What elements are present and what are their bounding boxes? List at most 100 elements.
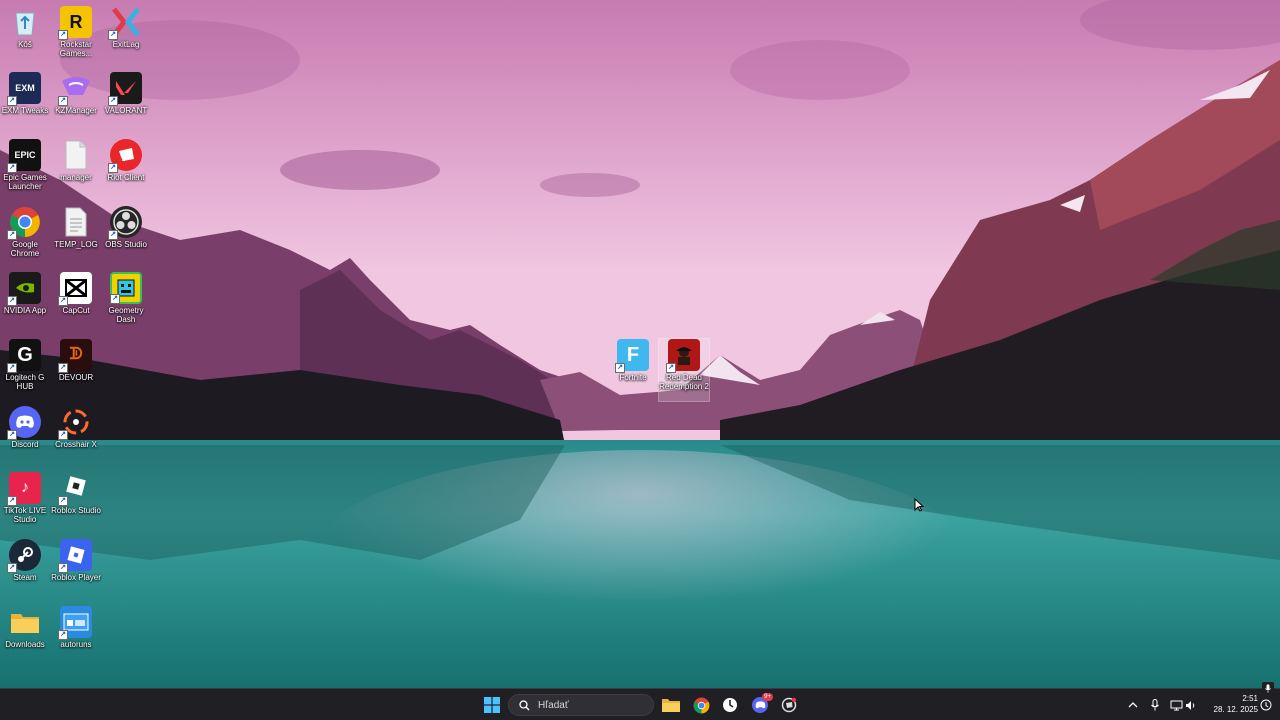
taskbar-discord[interactable]: 9+ <box>748 693 773 716</box>
desktop-icon-rockstar-games[interactable]: R ↗ Rockstar Games... <box>51 6 101 58</box>
search-placeholder: Hľadať <box>538 699 569 711</box>
notification-badge: 9+ <box>762 693 773 701</box>
desktop-icon-label: manager <box>60 173 92 182</box>
desktop-icon-obs-studio[interactable]: ↗ OBS Studio <box>101 206 151 249</box>
desktop-icon-label: DEVOUR <box>58 373 94 382</box>
chrome-icon: ↗ <box>7 206 41 240</box>
microphone-icon <box>1265 683 1271 693</box>
desktop-icon-label: autoruns <box>60 640 92 649</box>
riot-client-icon: ↗ <box>108 139 142 173</box>
desktop-icon-label: TikTok LIVE Studio <box>3 506 47 524</box>
exitlag-icon: ↗ <box>108 6 142 40</box>
desktop-icon-label: Logitech G HUB <box>5 373 45 391</box>
desktop-icon-nvidia-app[interactable]: ↗ NVIDIA App <box>0 272 50 315</box>
riot-client-icon <box>781 697 797 713</box>
desktop-icon-crosshair-x[interactable]: ↗ Crosshair X <box>51 406 101 449</box>
chrome-icon <box>693 697 709 713</box>
devour-icon: ᗫ ↗ <box>58 339 92 373</box>
exm-tweaks-icon: EXM ↗ <box>7 72 41 106</box>
desktop-icon-label: KZManager <box>55 106 97 115</box>
desktop-icon-label: Roblox Player <box>51 573 101 582</box>
taskbar-chrome[interactable] <box>689 694 713 716</box>
desktop-icon-exitlag[interactable]: ↗ ExitLag <box>101 6 151 49</box>
desktop-icon-roblox-studio[interactable]: ↗ Roblox Studio <box>51 472 101 515</box>
valorant-icon: ↗ <box>108 72 142 106</box>
desktop-icon-temp-log[interactable]: TEMP_LOG <box>51 206 101 249</box>
steam-icon: ↗ <box>7 539 41 573</box>
taskbar-search-box[interactable]: Hľadať <box>508 694 654 716</box>
desktop-icon-label: CapCut <box>62 306 90 315</box>
desktop-icon-devour[interactable]: ᗫ ↗ DEVOUR <box>51 339 101 382</box>
desktop-icon-geometry-dash[interactable]: ↗ Geometry Dash <box>101 272 151 324</box>
tiktok-icon: ♪ ↗ <box>7 472 41 506</box>
desktop-icon-label: Fortnite <box>619 373 647 382</box>
chevron-up-icon <box>1128 702 1138 708</box>
desktop-icon-label: Red Dead Redemption 2 <box>659 373 709 391</box>
text-file-icon <box>60 206 92 238</box>
show-hidden-icons-button[interactable] <box>1121 694 1145 716</box>
desktop-icon-label: Epic Games Launcher <box>3 173 47 191</box>
autoruns-icon: ↗ <box>58 606 92 640</box>
desktop-icon-label: Crosshair X <box>55 440 97 449</box>
epic-games-icon: EPIC ↗ <box>7 139 41 173</box>
desktop-icon-fortnite[interactable]: F ↗ Fortnite <box>608 339 658 382</box>
taskbar-clock[interactable]: 2:51 28. 12. 2025 <box>1200 693 1258 715</box>
desktop-icon-label: EXM Tweaks <box>1 106 49 115</box>
crosshair-icon: ↗ <box>58 406 92 440</box>
folder-icon <box>9 606 41 638</box>
notification-center-button[interactable] <box>1256 694 1276 716</box>
desktop-icon-downloads[interactable]: Downloads <box>0 606 50 649</box>
windows-logo-icon <box>484 697 500 713</box>
roblox-player-icon: ↗ <box>58 539 92 573</box>
desktop-icon-label: Rockstar Games... <box>59 40 93 58</box>
desktop-icon-tiktok-live-studio[interactable]: ♪ ↗ TikTok LIVE Studio <box>0 472 50 524</box>
fortnite-icon: F ↗ <box>615 339 649 373</box>
desktop-icon-red-dead-redemption-2[interactable]: ↗ Red Dead Redemption 2 <box>658 338 710 402</box>
taskbar-file-explorer[interactable] <box>659 694 683 716</box>
desktop-icon-label: OBS Studio <box>105 240 147 249</box>
recycle-bin-icon <box>9 6 41 38</box>
taskbar-riot-client[interactable] <box>777 694 801 716</box>
desktop-icon-label: NVIDIA App <box>3 306 47 315</box>
rockstar-icon: R ↗ <box>58 6 92 40</box>
desktop-icon-google-chrome[interactable]: ↗ Google Chrome <box>0 206 50 258</box>
clock-time: 2:51 <box>1242 694 1258 703</box>
desktop-icon-label: Google Chrome <box>10 240 40 258</box>
desktop-icon-label: Downloads <box>5 640 45 649</box>
desktop-icon-roblox-player[interactable]: ↗ Roblox Player <box>51 539 101 582</box>
roblox-studio-icon: ↗ <box>58 472 92 506</box>
kzmanager-icon: ↗ <box>58 72 92 106</box>
capcut-icon: ↗ <box>58 272 92 306</box>
desktop-icon-autoruns[interactable]: ↗ autoruns <box>51 606 101 649</box>
mouse-cursor-icon <box>914 497 925 517</box>
desktop-icon-logitech-g-hub[interactable]: G ↗ Logitech G HUB <box>0 339 50 391</box>
desktop-icon-label: Riot Client <box>107 173 145 182</box>
desktop-icon-steam[interactable]: ↗ Steam <box>0 539 50 582</box>
desktop-icon-label: Discord <box>11 440 39 449</box>
discord-icon: ↗ <box>7 406 41 440</box>
desktop-icon-kzmanager[interactable]: ↗ KZManager <box>51 72 101 115</box>
microphone-in-use-indicator[interactable] <box>1262 682 1274 694</box>
desktop-icon-exm-tweaks[interactable]: EXM ↗ EXM Tweaks <box>0 72 50 115</box>
start-button[interactable] <box>480 694 504 716</box>
microphone-icon <box>1151 699 1159 711</box>
file-icon <box>60 139 92 171</box>
desktop-icon-discord[interactable]: ↗ Discord <box>0 406 50 449</box>
desktop-icon-recycle-bin[interactable]: Kôš <box>0 6 50 49</box>
desktop-icon-label: Geometry Dash <box>108 306 144 324</box>
desktop-icon-capcut[interactable]: ↗ CapCut <box>51 272 101 315</box>
taskbar-clock-app[interactable] <box>718 694 742 716</box>
nvidia-icon: ↗ <box>7 272 41 306</box>
speaker-icon <box>1186 700 1195 710</box>
desktop-icon-valorant[interactable]: ↗ VALORANT <box>101 72 151 115</box>
desktop-icon-riot-client[interactable]: ↗ Riot Client <box>101 139 151 182</box>
desktop-icon-label: TEMP_LOG <box>54 240 98 249</box>
clock-icon <box>723 698 737 712</box>
desktop-icon-label: Steam <box>13 573 37 582</box>
desktop-icon-manager[interactable]: manager <box>51 139 101 182</box>
taskbar: Hľadať 9+ 2:51 28. 12. 2025 <box>0 688 1280 720</box>
clock-date: 28. 12. 2025 <box>1213 705 1258 714</box>
search-icon <box>519 699 530 710</box>
desktop-icon-label: ExitLag <box>112 40 140 49</box>
desktop-icon-epic-games[interactable]: EPIC ↗ Epic Games Launcher <box>0 139 50 191</box>
